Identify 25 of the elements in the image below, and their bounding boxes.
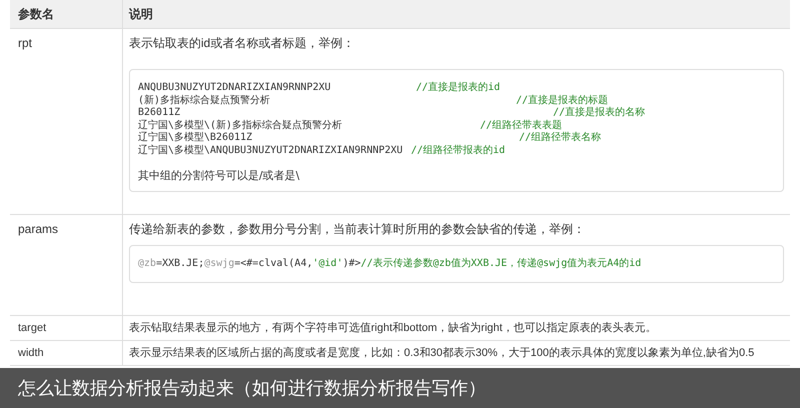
- parameter-name: target: [18, 322, 46, 334]
- code-line: 辽宁国\多模型\ANQUBU3NUZYUT2DNARIZXIAN9RNNP2XU: [138, 144, 403, 156]
- column-header: 说明: [129, 6, 153, 22]
- code-line: 辽宁国\多模型\B26011Z: [138, 132, 252, 143]
- code-comment: //组路径带表表题: [480, 120, 562, 132]
- code-note: 其中组的分割符号可以是/或者是\: [138, 170, 300, 182]
- description-text: 传递给新表的参数，参数用分号分割，当前表计算时所用的参数会缺省的传递，举例：: [129, 220, 586, 236]
- code-comment: //直接是报表的标题: [516, 94, 608, 106]
- code-comment: //直接是报表的名称: [553, 107, 646, 120]
- code-line: ANQUBU3NUZYUT2DNARIZXIAN9RNNP2XU: [138, 82, 331, 93]
- code-comment: //组路径带表名称: [519, 132, 602, 144]
- parameter-name: rpt: [18, 36, 32, 50]
- code-line: (新)多指标综合疑点预警分析: [138, 94, 270, 106]
- code-line: B26011Z: [138, 107, 180, 118]
- parameter-name: params: [18, 222, 58, 236]
- description-text: 表示钻取结果表显示的地方，有两个字符串可选值right和bottom，缺省为right，也可以指定原表的表头表元。: [129, 320, 658, 336]
- description-text: 表示显示结果表的区域所占据的高度或者是宽度，比如：0.3和30都表示30%，大于100的表示具体的宽度以象素为单位,缺省为0.5: [129, 346, 756, 360]
- code-line: @zb=XXB.JE;@swjg=<#=clval(A4,'@id')#>//表示传递参数@zb值为XXB.JE，传递@swjg值为表元A4的id: [138, 258, 642, 268]
- caption-text: 怎么让数据分析报告动起来（如何进行数据分析报告写作）: [18, 377, 486, 400]
- parameter-name: width: [18, 346, 44, 358]
- code-comment: //直接是报表的id: [416, 82, 500, 94]
- column-header: 参数名: [18, 6, 54, 22]
- description-text: 表示钻取表的id或者名称或者标题，举例：: [129, 35, 356, 51]
- code-line: 辽宁国\多模型\(新)多指标综合疑点预警分析: [138, 120, 342, 130]
- code-comment: //组路径带报表的id: [411, 144, 506, 157]
